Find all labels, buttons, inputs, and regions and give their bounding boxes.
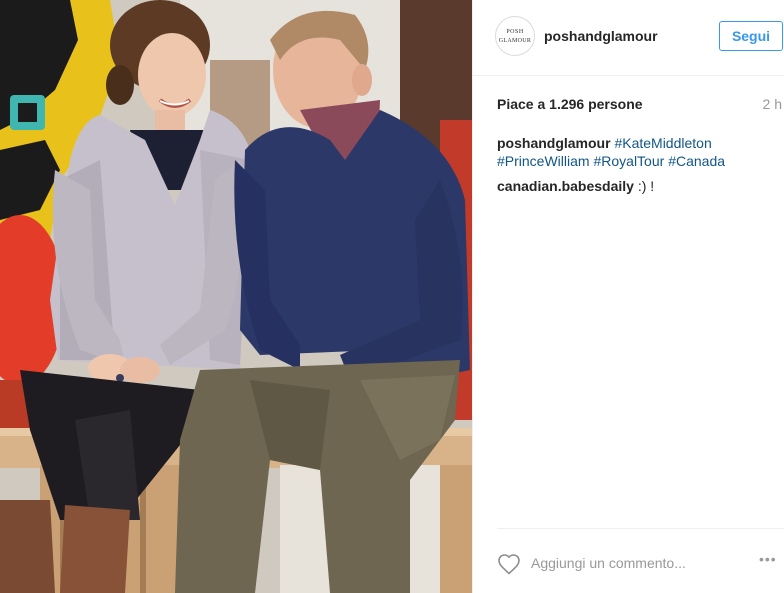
heart-icon[interactable] bbox=[497, 553, 521, 575]
comment-bar: ••• bbox=[497, 528, 784, 593]
comment-username[interactable]: canadian.babesdaily bbox=[497, 178, 634, 194]
more-options-icon[interactable]: ••• bbox=[759, 551, 777, 567]
post-sidebar: POSH GLAMOUR poshandglamour Segui Piace … bbox=[472, 0, 784, 593]
avatar-text-top: POSH bbox=[506, 28, 524, 35]
post-time[interactable]: 2 h bbox=[763, 96, 782, 112]
hashtag-link[interactable]: #KateMiddleton bbox=[614, 135, 711, 151]
likes-count[interactable]: Piace a 1.296 persone bbox=[497, 96, 643, 112]
hashtag-link[interactable]: #Canada bbox=[668, 153, 725, 169]
avatar[interactable]: POSH GLAMOUR bbox=[495, 16, 535, 56]
photo-illustration bbox=[0, 0, 472, 593]
hashtag-link[interactable]: #PrinceWilliam bbox=[497, 153, 590, 169]
post-photo[interactable] bbox=[0, 0, 472, 593]
username-link[interactable]: poshandglamour bbox=[544, 28, 658, 44]
post-caption: poshandglamour #KateMiddleton #PrinceWil… bbox=[497, 134, 777, 170]
comment-text: :) ! bbox=[637, 178, 655, 194]
comment-input[interactable] bbox=[531, 553, 751, 573]
hashtag-link[interactable]: #RoyalTour bbox=[593, 153, 664, 169]
avatar-text-bottom: GLAMOUR bbox=[498, 37, 532, 44]
post-header: POSH GLAMOUR poshandglamour Segui bbox=[473, 0, 784, 76]
comment-item: canadian.babesdaily :) ! bbox=[497, 178, 654, 194]
follow-button[interactable]: Segui bbox=[719, 21, 783, 51]
caption-username[interactable]: poshandglamour bbox=[497, 135, 611, 151]
